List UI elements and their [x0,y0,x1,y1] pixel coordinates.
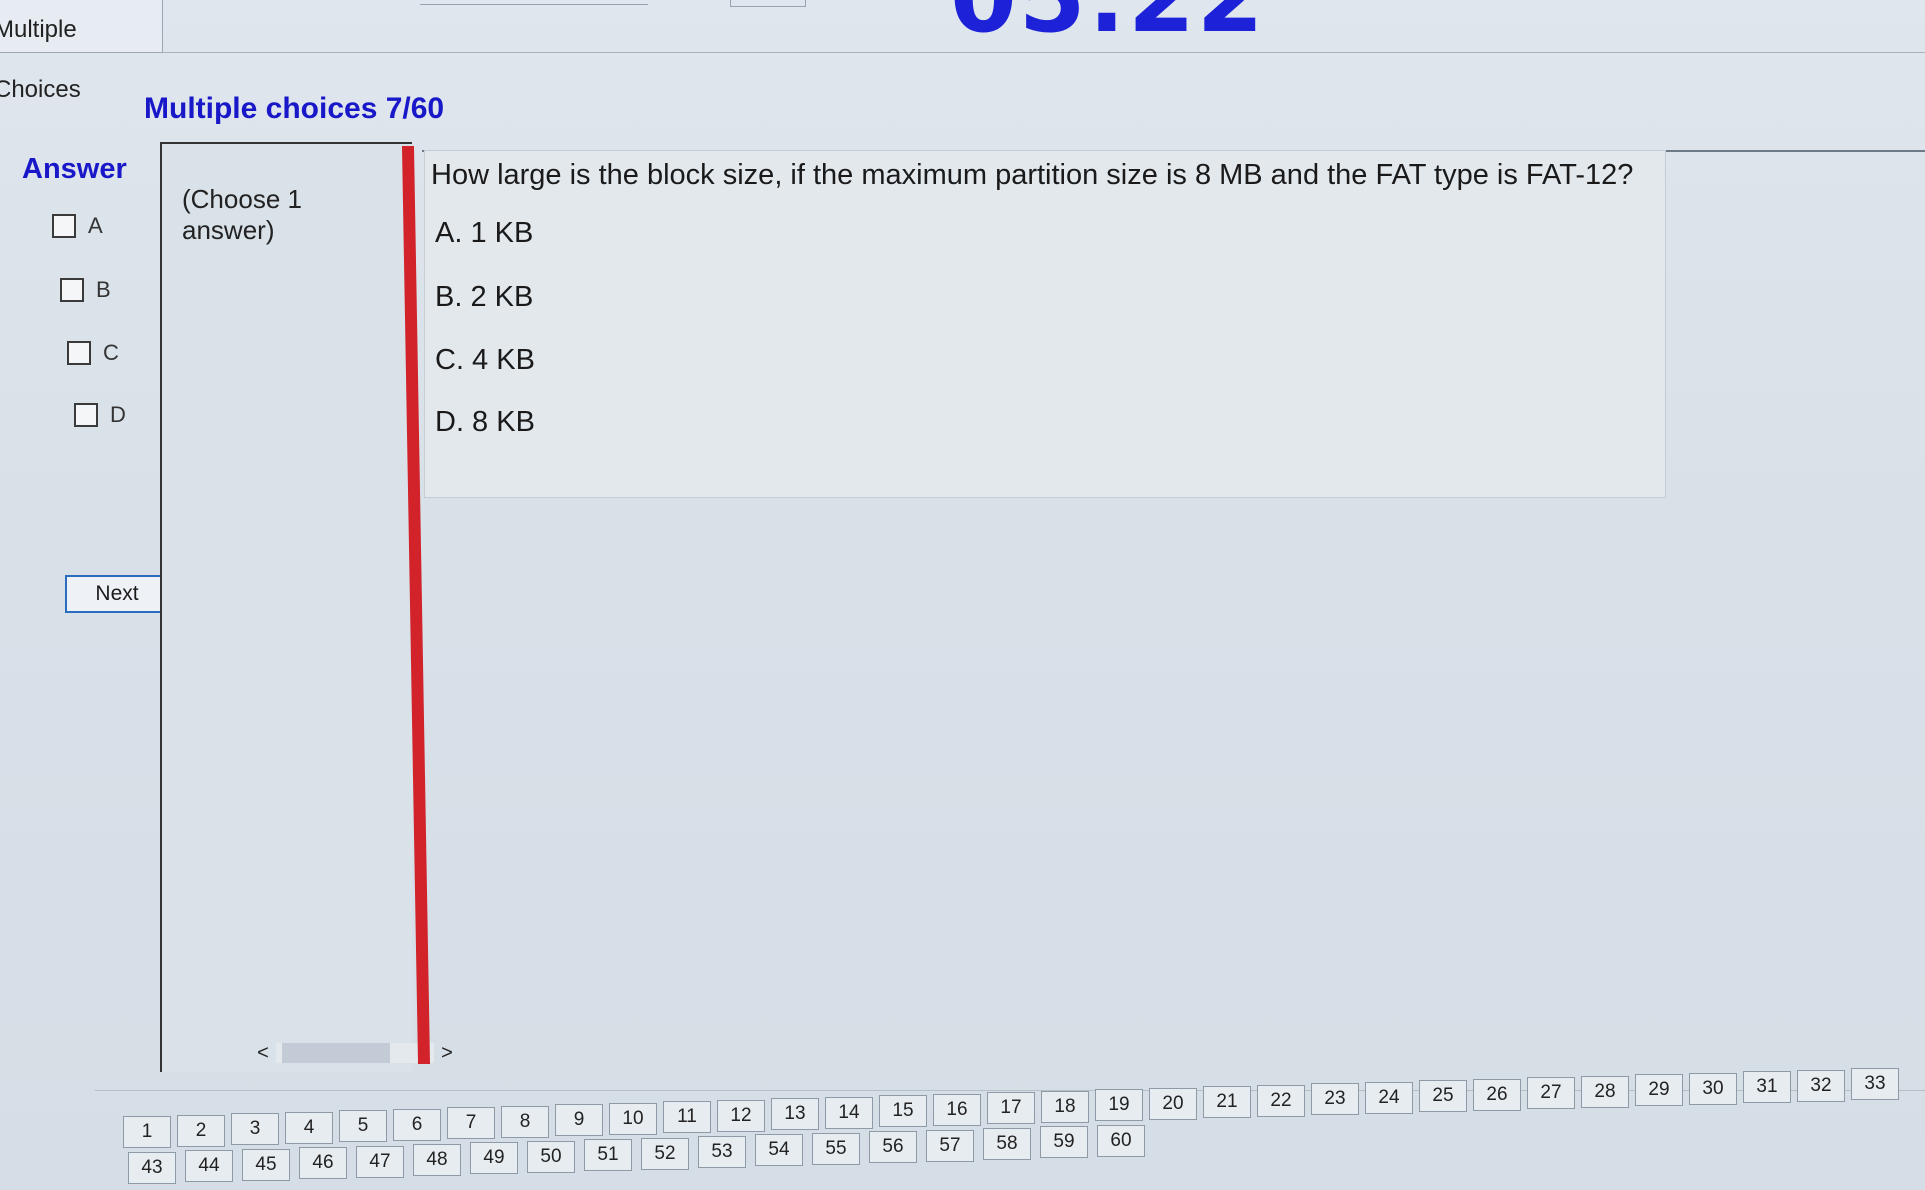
page-button[interactable]: 29 [1635,1074,1683,1106]
scroll-track[interactable] [276,1043,434,1063]
checkbox-icon[interactable] [52,214,76,238]
title-strip: Multiple Choices 05:22 [0,0,1925,103]
choice-a: A. 1 KB [435,217,534,249]
scroll-left-icon[interactable]: < [250,1042,276,1065]
checkbox-icon[interactable] [67,341,91,365]
page-button[interactable]: 6 [393,1108,441,1141]
page-button[interactable]: 48 [413,1144,461,1176]
page-button[interactable]: 53 [698,1136,746,1168]
scroll-right-icon[interactable]: > [434,1042,460,1065]
page-button[interactable]: 45 [242,1148,290,1181]
page-button[interactable]: 47 [356,1145,404,1178]
next-button[interactable]: Next [65,575,169,613]
page-button[interactable]: 58 [983,1128,1031,1160]
page-button[interactable]: 49 [470,1142,518,1175]
page-button[interactable]: 5 [339,1110,387,1142]
page-button[interactable]: 32 [1797,1069,1845,1102]
instruction-panel: (Choose 1 answer) [160,142,412,1072]
choice-b: B. 2 KB [435,281,534,313]
page-button[interactable]: 59 [1040,1126,1088,1159]
tab-divider [162,52,1925,53]
page-button[interactable]: 2 [177,1114,225,1147]
tab-multiple-choices[interactable]: Multiple Choices [0,0,163,103]
page-button[interactable]: 28 [1581,1075,1629,1108]
answer-option-c[interactable]: C [67,340,119,366]
page-button[interactable]: 54 [755,1134,803,1167]
checkbox-icon[interactable] [60,278,84,302]
page-button[interactable]: 56 [869,1131,917,1164]
page-button[interactable]: 13 [771,1098,819,1130]
page-button[interactable]: 4 [285,1111,333,1144]
page-button[interactable]: 44 [185,1150,233,1183]
question-text: How large is the block size, if the maxi… [431,159,1634,191]
page-button[interactable]: 52 [641,1137,689,1170]
choice-c: C. 4 KB [435,344,535,376]
page-button[interactable]: 8 [501,1105,549,1138]
page-button[interactable]: 26 [1473,1078,1521,1111]
page-button[interactable]: 51 [584,1139,632,1172]
page-button[interactable]: 14 [825,1096,873,1129]
page-button[interactable]: 23 [1311,1083,1359,1115]
page-button[interactable]: 22 [1257,1084,1305,1117]
page-button[interactable]: 27 [1527,1077,1575,1109]
answer-option-d[interactable]: D [74,402,126,428]
countdown-timer: 05:22 [950,0,1266,54]
page-button[interactable]: 1 [123,1116,171,1148]
answer-option-a[interactable]: A [52,213,103,239]
page-button[interactable]: 55 [812,1132,860,1165]
page-button[interactable]: 25 [1419,1080,1467,1112]
page-button[interactable]: 16 [933,1093,981,1126]
page-button[interactable]: 3 [231,1113,279,1145]
page-button[interactable]: 18 [1041,1090,1089,1123]
page-button[interactable]: 33 [1851,1068,1899,1100]
page-button[interactable]: 20 [1149,1087,1197,1120]
page-button[interactable]: 12 [717,1099,765,1132]
page-button[interactable]: 11 [663,1101,711,1133]
page-button[interactable]: 9 [555,1104,603,1136]
toolbar-box [730,0,806,7]
choice-d: D. 8 KB [435,406,535,438]
page-button[interactable]: 21 [1203,1086,1251,1118]
page-button[interactable]: 19 [1095,1089,1143,1121]
page-button[interactable]: 10 [609,1102,657,1135]
page-button[interactable]: 15 [879,1095,927,1127]
page-button[interactable]: 46 [299,1147,347,1180]
page-button[interactable]: 43 [128,1152,176,1184]
exam-window: Multiple Choices 05:22 Multiple choices … [0,0,1925,1190]
choose-instruction: (Choose 1 answer) [182,184,302,245]
page-button[interactable]: 31 [1743,1071,1791,1103]
answer-option-b[interactable]: B [60,277,111,303]
page-button[interactable]: 60 [1097,1124,1145,1157]
question-panel: How large is the block size, if the maxi… [424,150,1666,498]
page-title: Multiple choices 7/60 [144,92,445,125]
page-button[interactable]: 17 [987,1092,1035,1124]
page-button[interactable]: 24 [1365,1081,1413,1114]
page-button[interactable]: 57 [926,1129,974,1162]
answer-heading: Answer [22,153,127,185]
page-button[interactable]: 7 [447,1107,495,1139]
page-button[interactable]: 50 [527,1140,575,1173]
checkbox-icon[interactable] [74,403,98,427]
page-button[interactable]: 30 [1689,1072,1737,1105]
scroll-thumb[interactable] [282,1043,390,1063]
toolbar-divider [420,0,648,5]
